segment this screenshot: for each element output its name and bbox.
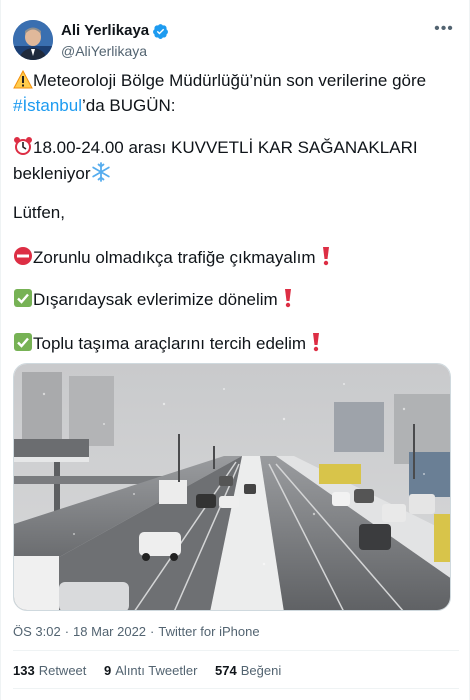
tweet-header: Ali Yerlikaya @AliYerlikaya •••	[13, 20, 459, 64]
snowflake-icon	[91, 162, 111, 188]
text-line-8: Toplu taşıma araçlarını tercih edelim	[13, 332, 321, 358]
exclamation-icon	[321, 246, 331, 272]
exclamation-icon	[311, 332, 321, 358]
text-line-2: #İstanbul’da BUGÜN:	[13, 96, 176, 115]
tweet-source[interactable]: Twitter for iPhone	[158, 624, 259, 639]
tweet-date[interactable]: 18 Mar 2022	[73, 624, 146, 639]
retweets-stat[interactable]: 133 Retweet	[13, 663, 86, 679]
check-mark-button-icon	[13, 332, 33, 358]
no-entry-icon	[13, 246, 33, 272]
meta-separator: ·	[150, 624, 155, 639]
quote-tweets-stat[interactable]: 9 Alıntı Tweetler	[104, 663, 197, 679]
text-line-7: Dışarıdaysak evlerimize dönelim	[13, 288, 293, 314]
exclamation-icon	[283, 288, 293, 314]
handle[interactable]: @AliYerlikaya	[61, 42, 169, 60]
meta-separator: ·	[64, 624, 70, 639]
tweet-text: Meteoroloji Bölge Müdürlüğü’nün son veri…	[13, 69, 459, 353]
text-line-1: Meteoroloji Bölge Müdürlüğü’nün son veri…	[13, 69, 459, 95]
alarm-clock-icon	[13, 136, 33, 162]
text-line-3: 18.00-24.00 arası KUVVETLİ KAR SAĞANAKLA…	[13, 136, 418, 162]
tweet-stats: 133 Retweet 9 Alıntı Tweetler 574 Beğeni	[13, 663, 295, 679]
verified-badge-icon	[152, 23, 169, 40]
tweet: Ali Yerlikaya @AliYerlikaya ••• Meteorol…	[0, 0, 470, 700]
text-line-5: Lütfen,	[13, 203, 65, 222]
text-line-4: bekleniyor	[13, 162, 418, 188]
tweet-meta: ÖS 3:02 · 18 Mar 2022 · Twitter for iPhone	[13, 624, 264, 640]
check-mark-button-icon	[13, 288, 33, 314]
display-name[interactable]: Ali Yerlikaya	[61, 22, 149, 40]
tweet-photo[interactable]	[13, 363, 451, 611]
text-line-6: Zorunlu olmadıkça trafiğe çıkmayalım	[13, 246, 331, 272]
hashtag-link[interactable]: #İstanbul	[13, 96, 82, 115]
divider	[13, 688, 459, 689]
likes-stat[interactable]: 574 Beğeni	[215, 663, 281, 679]
divider	[13, 650, 459, 651]
warning-icon	[13, 69, 33, 95]
avatar[interactable]	[13, 20, 53, 60]
tweet-time[interactable]: ÖS 3:02	[13, 624, 61, 639]
author-names: Ali Yerlikaya @AliYerlikaya	[61, 22, 169, 60]
more-options-icon[interactable]: •••	[433, 21, 455, 40]
